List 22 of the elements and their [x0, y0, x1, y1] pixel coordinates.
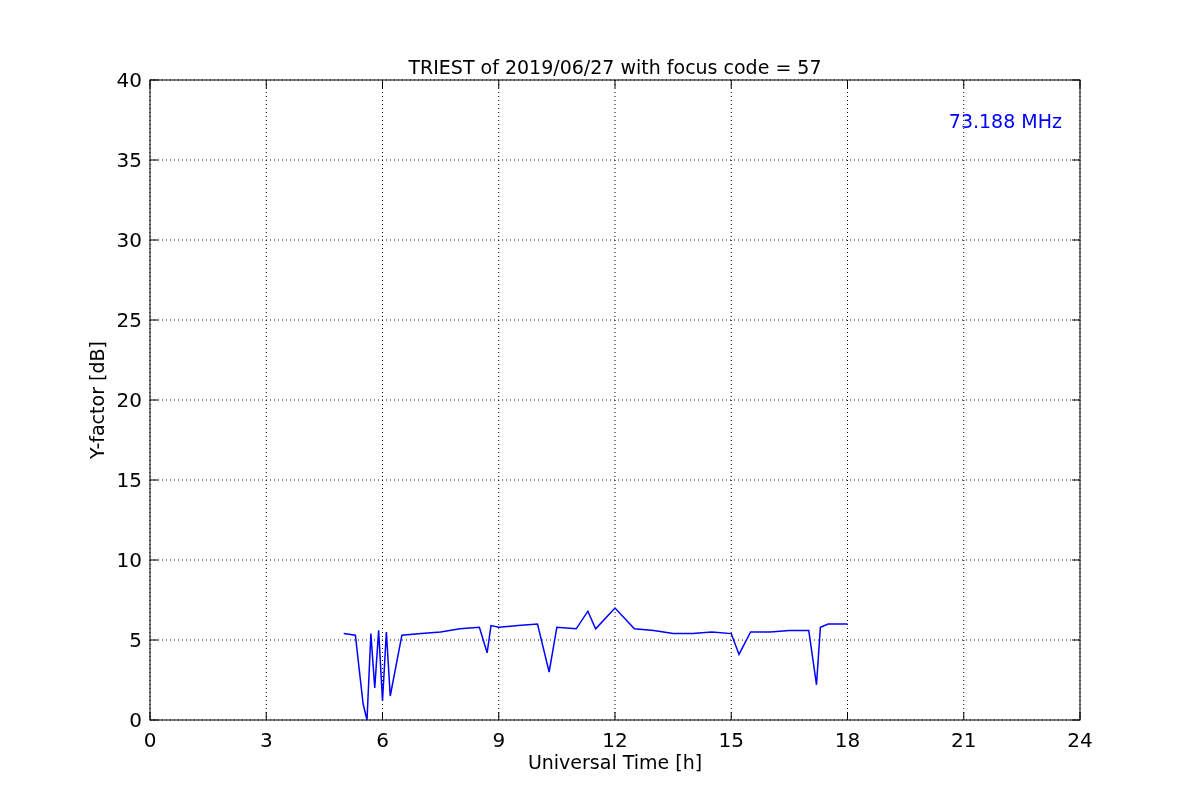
tick-label: 3 [259, 728, 273, 752]
tick-label: 35 [116, 148, 142, 172]
axis-label: Universal Time [h] [527, 751, 703, 773]
tick-label: 18 [834, 728, 861, 752]
chart-title: TRIEST of 2019/06/27 with focus code = 57 [408, 56, 822, 78]
tick-label: 24 [1067, 728, 1093, 752]
tick-label: 20 [116, 388, 142, 412]
tick-label: 15 [116, 468, 142, 492]
tick-label: 15 [718, 728, 744, 752]
annotation-label: 73.188 MHz [948, 110, 1062, 132]
axis-label: Y-factor [dB] [86, 341, 108, 459]
tick-label: 10 [116, 548, 142, 572]
tick-label: 21 [951, 728, 977, 752]
tick-label: 0 [129, 708, 142, 732]
tick-label: 6 [376, 728, 389, 752]
tick-label: 25 [116, 308, 142, 332]
tick-label: 12 [602, 728, 628, 752]
tick-label: 40 [116, 68, 142, 92]
tick-label: 0 [143, 728, 157, 752]
tick-label: 9 [492, 728, 506, 752]
tick-label: 5 [129, 628, 142, 652]
tick-label: 30 [116, 228, 142, 252]
